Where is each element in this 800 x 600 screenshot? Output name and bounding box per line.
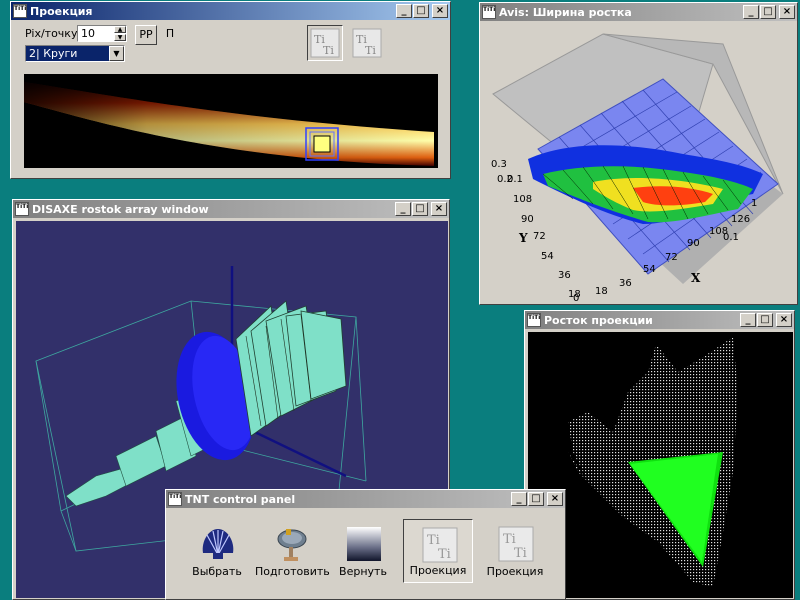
app-icon: TiTi — [482, 5, 496, 19]
spin-down-button[interactable]: ▼ — [114, 34, 126, 41]
x-tick-label: 54 — [643, 264, 656, 275]
pix-value[interactable]: 10 — [81, 27, 95, 40]
projection-window: TiTi Проекция _ □ × Pix/точку: 10 ▲ ▼ РР… — [10, 1, 451, 179]
x-tick-label: 36 — [619, 278, 632, 289]
z-tick-label: 0.1 — [507, 174, 523, 185]
revert-label: Вернуть — [339, 565, 387, 578]
maximize-button[interactable]: □ — [413, 4, 429, 18]
minimize-button[interactable]: _ — [743, 5, 759, 19]
svg-text:Ti: Ti — [514, 546, 527, 561]
prepare-button[interactable]: Подготовить — [255, 519, 330, 583]
app-icon: TiTi — [13, 4, 27, 18]
mode-selected-value: 2| Круги — [29, 47, 78, 60]
p-button[interactable]: П — [163, 27, 177, 40]
app-icon: TiTi — [15, 202, 29, 216]
minimize-button[interactable]: _ — [395, 202, 411, 216]
disaxe-titlebar[interactable]: TiTi DISAXE rostok array window _ □ × — [13, 200, 449, 218]
maximize-button[interactable]: □ — [757, 313, 773, 327]
x-tick-label: 108 — [709, 226, 728, 237]
minimize-button[interactable]: _ — [511, 492, 527, 506]
avis-titlebar[interactable]: TiTi Avis: Ширина ростка _ □ × — [480, 3, 797, 21]
x-tick-label: 0 — [573, 293, 579, 302]
close-button[interactable]: × — [431, 202, 447, 216]
heat-projection-svg — [24, 82, 434, 166]
tnt-3-4-toggle[interactable]: Ti Ti — [349, 25, 385, 61]
tnt-3-4-icon: Ti Ti — [352, 28, 382, 58]
projection-3-4-button[interactable]: Ti Ti Проекция — [480, 519, 550, 583]
window-title: Проекция — [30, 4, 93, 18]
pix-label: Pix/точку: — [25, 27, 82, 40]
avis-window: TiTi Avis: Ширина ростка _ □ × 0.3 0.2 0… — [479, 2, 798, 305]
x-tick-label: 72 — [665, 252, 678, 263]
surface-plot: 0.3 0.2 0.1 1 0.1 108 90 72 54 36 18 0 0… — [483, 24, 794, 302]
rostok-projection-view — [528, 332, 793, 598]
projection-image — [24, 74, 438, 168]
window-title: DISAXE rostok array window — [32, 202, 209, 216]
shell-icon — [202, 529, 234, 559]
svg-text:Ti: Ti — [365, 44, 376, 57]
app-icon: TiTi — [168, 492, 182, 506]
close-button[interactable]: × — [432, 4, 448, 18]
maximize-button[interactable]: □ — [528, 492, 544, 506]
y-tick-label: 90 — [521, 214, 534, 225]
chevron-down-icon[interactable]: ▼ — [109, 46, 124, 61]
rostok-titlebar[interactable]: TiTi Росток проекции _ □ × — [525, 311, 794, 329]
control-panel-titlebar[interactable]: TiTi TNT control panel _ □ × — [166, 490, 565, 508]
tnt-control-panel-window: TiTi TNT control panel _ □ × Выбрать Под… — [165, 489, 566, 600]
prepare-label: Подготовить — [255, 565, 330, 578]
x-tick-label: 126 — [731, 214, 750, 225]
close-button[interactable]: × — [776, 313, 792, 327]
projection-titlebar[interactable]: TiTi Проекция _ □ × — [11, 2, 450, 20]
window-title: Avis: Ширина ростка — [499, 5, 632, 19]
pp-button[interactable]: РР — [135, 25, 157, 45]
y-tick-label: 72 — [533, 231, 546, 242]
z-tick-label: 0.3 — [491, 159, 507, 170]
y-tick-label: 36 — [558, 270, 571, 281]
maximize-button[interactable]: □ — [412, 202, 428, 216]
control-panel-buttons: Выбрать Подготовить Вернуть Ti Ti Проекц… — [169, 511, 562, 596]
y-axis-label: Y — [518, 231, 528, 245]
minimize-button[interactable]: _ — [740, 313, 756, 327]
close-button[interactable]: × — [547, 492, 563, 506]
satellite-dish-icon — [277, 529, 307, 561]
x-axis-label: X — [691, 271, 701, 285]
minimize-button[interactable]: _ — [396, 4, 412, 18]
maximize-button[interactable]: □ — [760, 5, 776, 19]
y-tick-label: 108 — [513, 194, 532, 205]
spin-up-button[interactable]: ▲ — [114, 26, 126, 33]
projection-label: Проекция — [409, 564, 467, 577]
projection-label: Проекция — [486, 565, 544, 578]
tnt-1-2-toggle[interactable]: Ti Ti — [307, 25, 343, 61]
x-tick-label: 18 — [595, 286, 608, 297]
app-icon: TiTi — [527, 313, 541, 327]
svg-text:Ti: Ti — [323, 44, 334, 57]
svg-text:Ti: Ti — [438, 547, 451, 562]
gradient-icon — [347, 527, 381, 561]
window-title: Росток проекции — [544, 313, 653, 327]
select-button[interactable]: Выбрать — [182, 519, 252, 583]
y-tick-label: 54 — [541, 251, 554, 262]
select-label: Выбрать — [192, 565, 242, 578]
surface-plot-svg: 0.3 0.2 0.1 1 0.1 108 90 72 54 36 18 0 0… — [491, 33, 784, 302]
close-button[interactable]: × — [779, 5, 795, 19]
pix-spinbox[interactable]: 10 ▲ ▼ — [77, 25, 127, 42]
svg-text:Ti: Ti — [503, 532, 516, 547]
projection-1-2-button[interactable]: Ti Ti Проекция — [403, 519, 473, 583]
svg-text:Ti: Ti — [427, 533, 440, 548]
z-tick-label: 1 — [751, 198, 757, 209]
tnt-1-2-icon: Ti Ti — [310, 28, 340, 58]
tnt-3-4-icon: Ti Ti — [498, 526, 534, 562]
rostok-projection-svg — [568, 337, 738, 587]
window-title: TNT control panel — [185, 492, 296, 506]
tnt-1-2-icon: Ti Ti — [422, 527, 458, 563]
revert-button[interactable]: Вернуть — [328, 519, 398, 583]
mode-select[interactable]: 2| Круги ▼ — [25, 45, 125, 62]
x-tick-label: 90 — [687, 238, 700, 249]
